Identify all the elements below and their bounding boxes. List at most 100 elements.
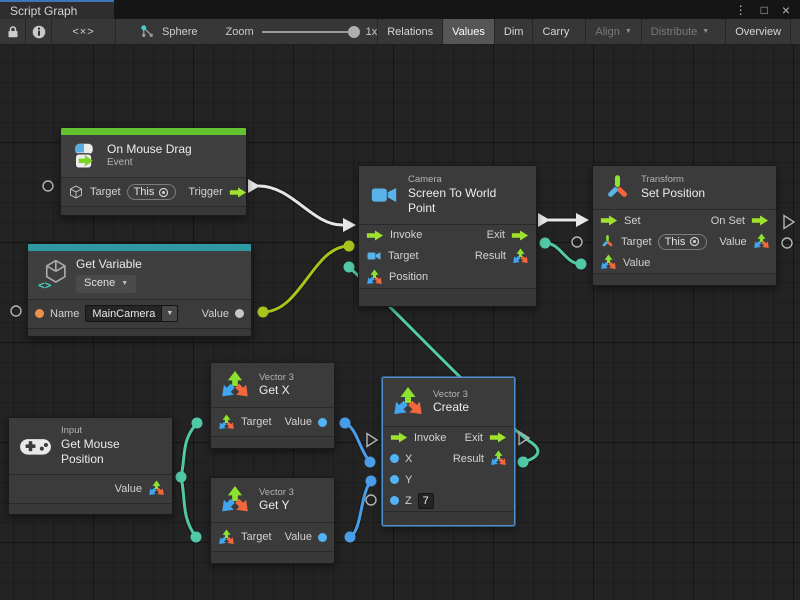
trigger-flow-port[interactable] — [229, 187, 247, 198]
code-view-button[interactable]: <×> — [52, 19, 116, 44]
wire-dot — [576, 259, 587, 270]
port-label-invoke: Invoke — [390, 229, 422, 241]
overview-button[interactable]: Overview — [725, 19, 790, 44]
relations-button[interactable]: Relations — [377, 19, 442, 44]
on-set-flow-port[interactable] — [751, 215, 769, 226]
graph-toolbar: <×> Sphere Zoom 1x Relations Values Dim … — [0, 19, 800, 45]
wire-dot — [540, 238, 551, 249]
values-button[interactable]: Values — [442, 19, 494, 44]
transform-port-icon[interactable] — [600, 234, 615, 249]
graph-icon — [140, 24, 155, 39]
node-category: Input — [61, 425, 162, 437]
vector3-port-icon[interactable] — [148, 480, 165, 497]
port-label-target: Target — [241, 531, 272, 543]
wire-dot — [192, 418, 203, 429]
node-get-x[interactable]: Vector 3 Get X Target Value — [210, 362, 335, 449]
exit-flow-port[interactable] — [489, 432, 507, 443]
variable-name-field[interactable]: MainCamera ▼ — [85, 305, 178, 322]
vector3-port-icon[interactable] — [218, 414, 235, 431]
port-label-value-in: Value — [623, 257, 650, 269]
invoke-flow-port[interactable] — [390, 432, 408, 443]
chevron-down-icon: ▼ — [702, 28, 709, 35]
graph-name: Sphere — [162, 26, 197, 38]
vector3-port-icon[interactable] — [366, 269, 383, 286]
variable-accent-bar — [28, 244, 251, 251]
carry-button[interactable]: Carry — [532, 19, 578, 44]
value-port[interactable] — [318, 418, 327, 427]
set-flow-port[interactable] — [600, 215, 618, 226]
node-on-mouse-drag[interactable]: On Mouse Drag Event Target This Trigger — [60, 127, 247, 216]
wire-variable-to-target[interactable] — [263, 246, 349, 312]
full-screen-button[interactable]: Full Screen — [790, 19, 800, 44]
node-title: On Mouse Drag — [107, 142, 192, 157]
port-label-name: Name — [50, 308, 79, 320]
graph-breadcrumb[interactable]: Sphere — [140, 19, 197, 44]
node-category: Vector 3 — [259, 372, 294, 384]
vector3-port-icon[interactable] — [490, 450, 507, 467]
wire-gety-to-y[interactable] — [350, 481, 371, 537]
node-set-position[interactable]: Transform Set Position Set On Set Target — [592, 165, 777, 286]
port-label-x: X — [405, 453, 412, 465]
node-screen-to-world-point[interactable]: Camera Screen To World Point Invoke Exit… — [358, 165, 537, 307]
zoom-slider[interactable] — [262, 25, 358, 39]
node-category: Transform — [641, 174, 705, 186]
distribute-button[interactable]: Distribute ▼ — [641, 19, 718, 44]
wire-dot — [176, 472, 187, 483]
camera-port-icon[interactable] — [366, 248, 382, 264]
window-menu-icon[interactable]: ⋮ — [735, 4, 747, 16]
wire-dot — [366, 476, 377, 487]
dim-button[interactable]: Dim — [494, 19, 533, 44]
node-title: Get Mouse Position — [61, 437, 162, 467]
node-get-variable[interactable]: <> Get Variable Scene ▼ Name MainCamera … — [27, 243, 252, 337]
wire-dot — [258, 307, 269, 318]
graph-canvas[interactable]: On Mouse Drag Event Target This Trigger — [0, 45, 800, 600]
vector3-port-icon[interactable] — [218, 529, 235, 546]
lock-button[interactable] — [0, 19, 26, 44]
port-label-set: Set — [624, 215, 641, 227]
port-label-exit: Exit — [487, 229, 505, 241]
port-label-value-out: Value — [719, 236, 746, 248]
name-port[interactable] — [35, 309, 44, 318]
z-value-field[interactable]: 7 — [418, 493, 434, 509]
vector3-port-icon[interactable] — [600, 254, 617, 271]
exit-flow-port[interactable] — [511, 230, 529, 241]
transform-icon — [603, 173, 632, 202]
wire-trigger-to-invoke[interactable] — [259, 186, 342, 225]
invoke-flow-port[interactable] — [366, 230, 384, 241]
z-port[interactable] — [390, 496, 399, 505]
event-accent-bar — [61, 128, 246, 135]
node-category: Vector 3 — [259, 487, 294, 499]
variable-scope-dropdown[interactable]: Scene ▼ — [76, 275, 136, 293]
value-port[interactable] — [318, 533, 327, 542]
wire-start-arrow — [538, 213, 550, 227]
node-title: Set Position — [641, 186, 705, 201]
node-get-y[interactable]: Vector 3 Get Y Target Value — [210, 477, 335, 564]
unity-variable-icon: <> — [37, 258, 67, 292]
node-vector3-create[interactable]: Vector 3 Create Invoke Exit X Result — [382, 377, 515, 526]
wire-end-arrow — [343, 218, 356, 232]
tab-script-graph[interactable]: Script Graph — [0, 0, 114, 19]
vector3-port-icon[interactable] — [512, 248, 529, 265]
node-category: Camera — [408, 174, 526, 186]
info-button[interactable] — [26, 19, 52, 44]
close-icon[interactable]: × — [782, 3, 790, 17]
zoom-slider-handle[interactable] — [348, 26, 360, 38]
target-this-chip[interactable]: This — [658, 234, 708, 250]
align-button[interactable]: Align ▼ — [585, 19, 640, 44]
value-port[interactable] — [235, 309, 244, 318]
maximize-icon[interactable]: □ — [761, 4, 768, 16]
vector3-port-icon[interactable] — [753, 233, 770, 250]
svg-text:<>: <> — [38, 279, 52, 292]
camera-icon — [369, 180, 399, 210]
node-get-mouse-position[interactable]: Input Get Mouse Position Value — [8, 417, 173, 515]
wire-dot — [365, 457, 376, 468]
target-this-chip[interactable]: This — [127, 184, 177, 200]
port-label-result: Result — [475, 250, 506, 262]
port-label-value: Value — [115, 483, 142, 495]
variable-dropdown-button[interactable]: ▼ — [162, 305, 178, 322]
script-graph-window: Script Graph ⋮ □ × <×> — [0, 0, 800, 600]
port-label-invoke: Invoke — [414, 432, 446, 444]
x-port[interactable] — [390, 454, 399, 463]
vector3-icon — [220, 370, 250, 400]
y-port[interactable] — [390, 475, 399, 484]
